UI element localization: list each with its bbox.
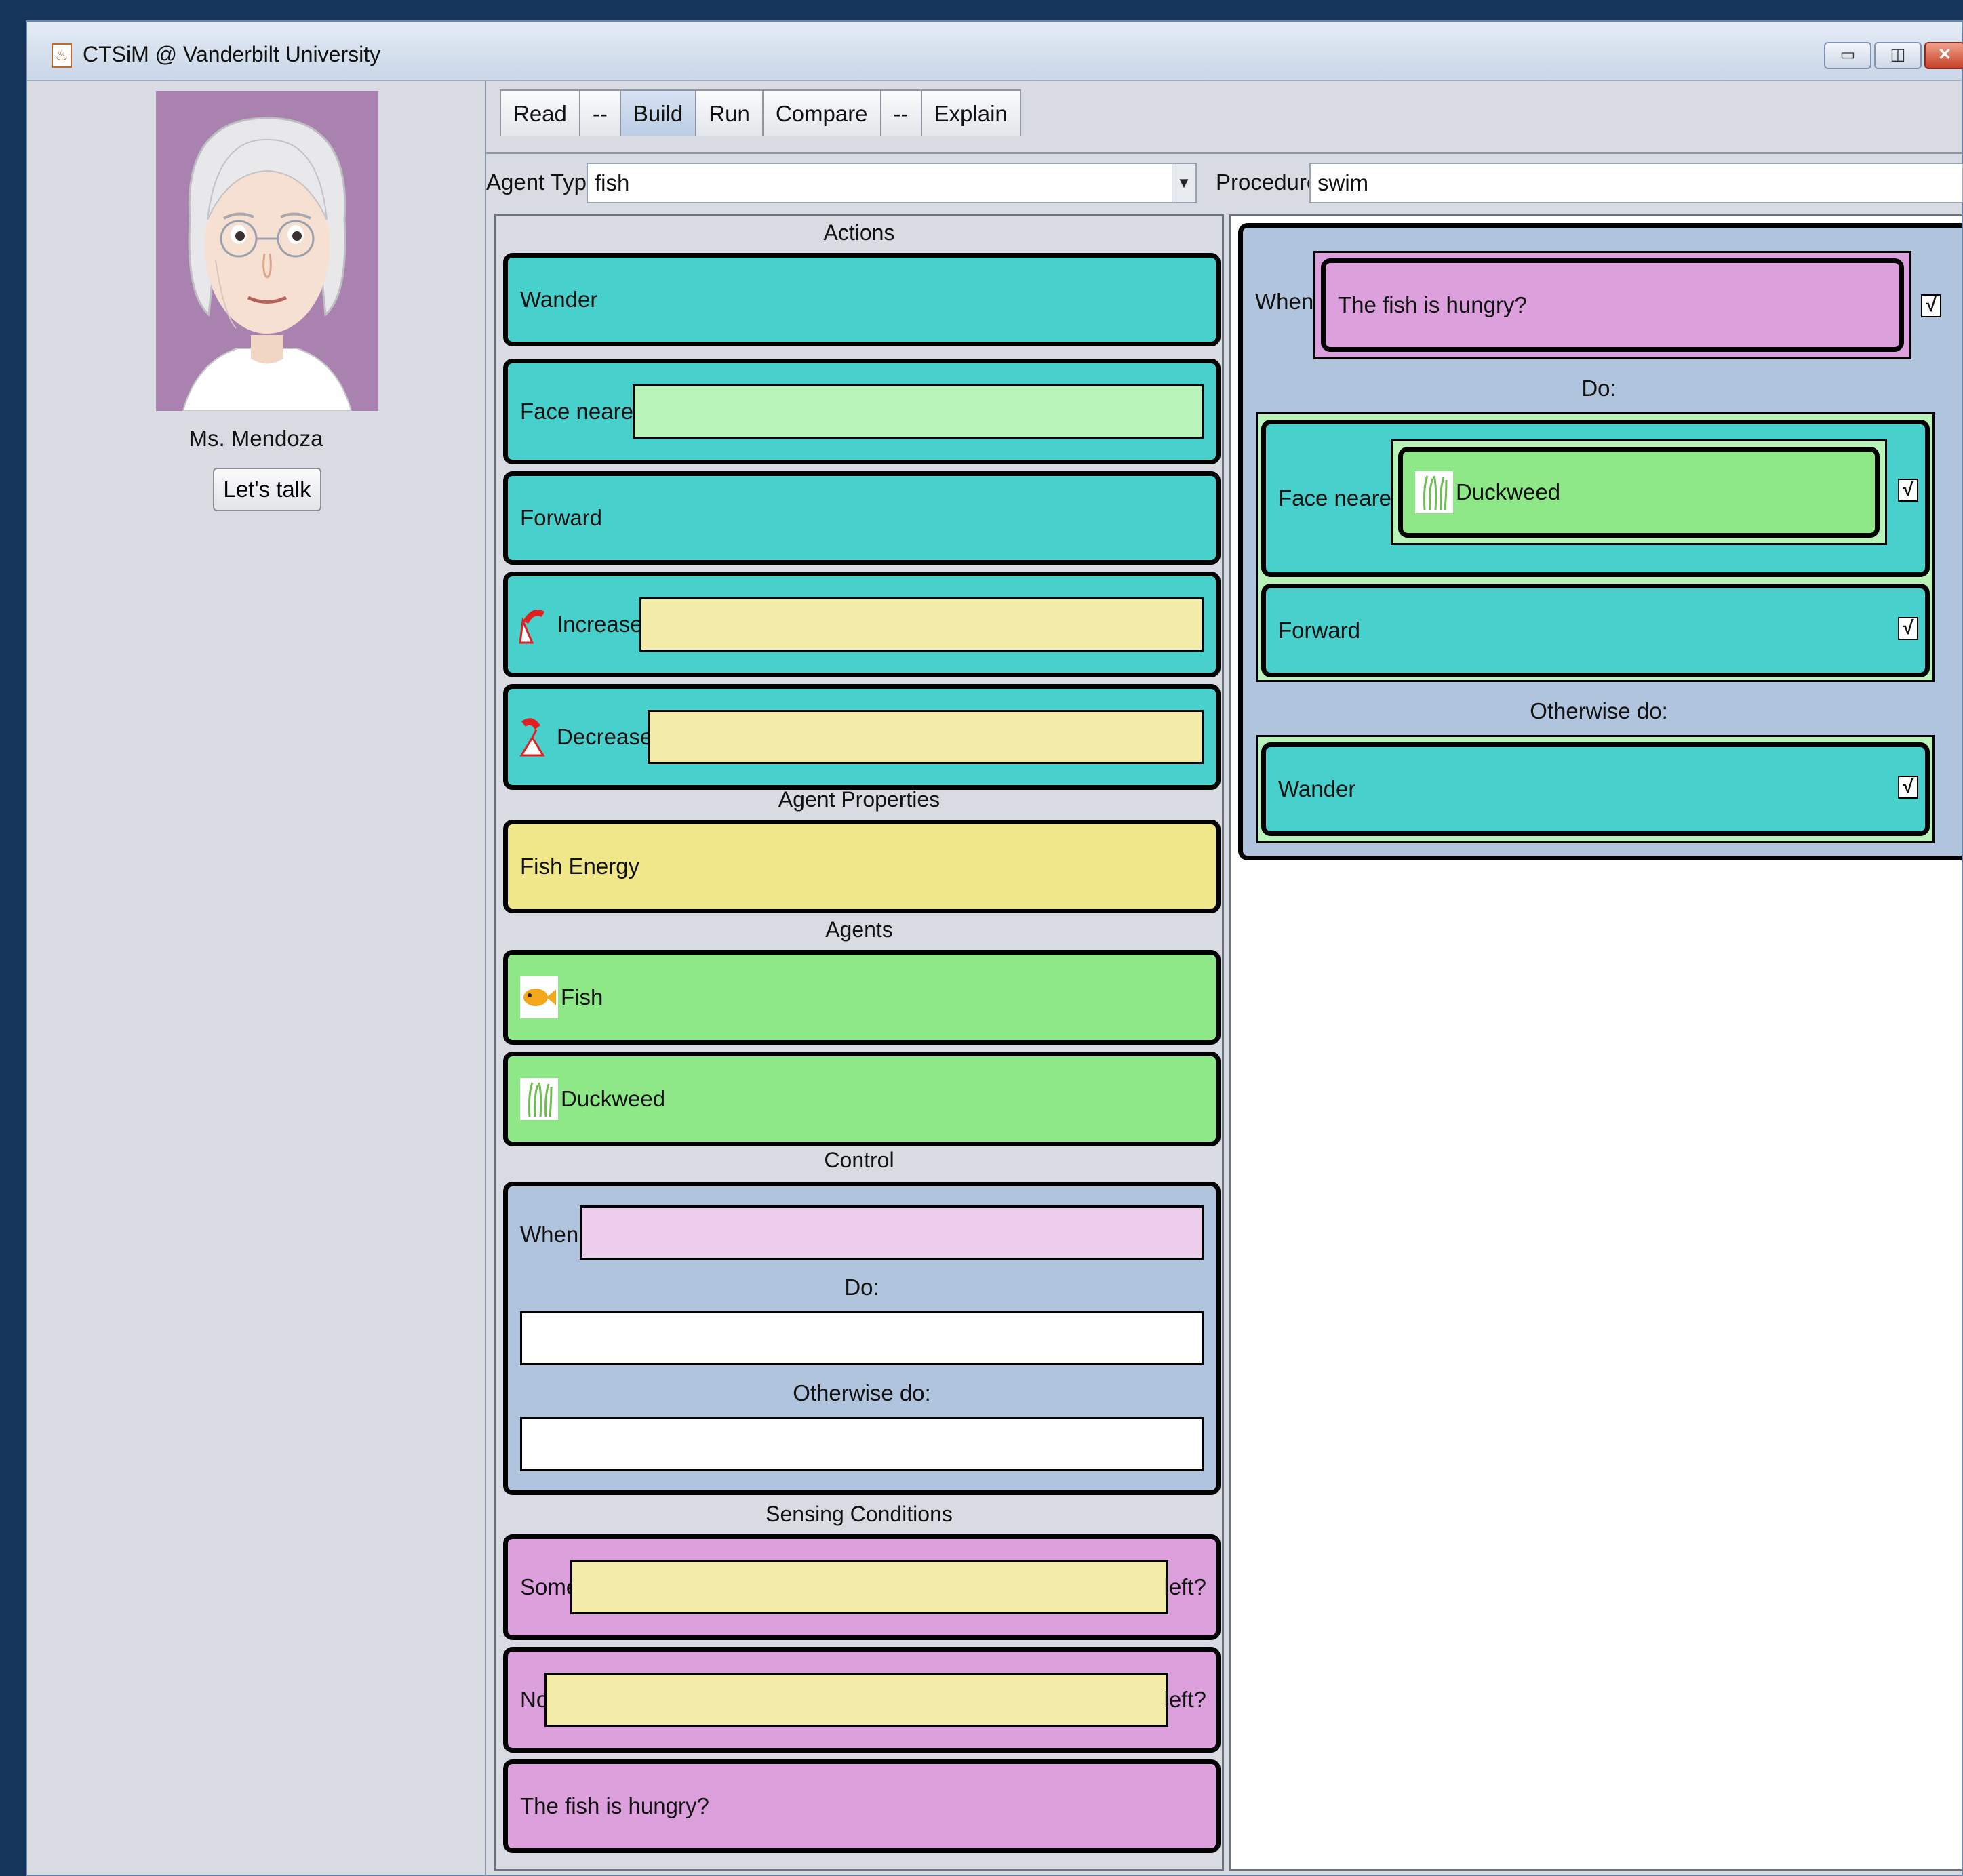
wander-block[interactable]: Wander (503, 253, 1221, 346)
forward-block[interactable]: Forward (503, 471, 1221, 565)
lets-talk-button[interactable]: Let's talk (213, 468, 321, 511)
block-label: Duckweed (1456, 479, 1561, 504)
tab-separator[interactable]: -- (879, 89, 922, 136)
when-do-program-block[interactable]: When: The fish is hungry? √ Do: Face nea… (1238, 223, 1962, 860)
face-nearest-block[interactable]: Face nearest (503, 359, 1221, 464)
otherwise-slot[interactable] (520, 1417, 1204, 1471)
increase-icon (517, 602, 547, 651)
face-nearest-block[interactable]: Face nearest Duckweed √ (1261, 420, 1930, 577)
decrease-icon (517, 715, 547, 763)
tab-build[interactable]: Build (619, 89, 697, 136)
procedure-value: swim (1317, 170, 1369, 195)
do-body: Face nearest Duckweed √ Forward √ (1256, 412, 1935, 682)
when-do-control-block[interactable]: When: Do: Otherwise do: (503, 1182, 1221, 1495)
chevron-down-icon[interactable]: ▼ (1172, 164, 1195, 202)
block-label: Increase (557, 612, 643, 637)
duckweed-agent-block[interactable]: Duckweed (503, 1052, 1221, 1146)
block-label: Fish (561, 984, 603, 1010)
java-app-icon: ♨ (52, 43, 72, 68)
build-workspace: Read -- Build Run Compare -- Explain Age… (485, 81, 1963, 1875)
agent-type-value: fish (595, 170, 630, 195)
property-slot[interactable] (544, 1673, 1168, 1727)
otherwise-body: Wander √ (1256, 735, 1935, 843)
fish-agent-block[interactable]: Fish (503, 950, 1221, 1045)
app-window: ♨ CTSiM @ Vanderbilt University ▭ ◫ ✕ Ms… (26, 20, 1963, 1876)
do-label: Do: (1581, 376, 1617, 401)
fish-hungry-condition-block[interactable]: The fish is hungry? (503, 1759, 1221, 1853)
block-label: Fish Energy (520, 854, 640, 879)
tab-divider (486, 152, 1962, 154)
tab-read[interactable]: Read (500, 89, 580, 136)
enable-checkbox[interactable]: √ (1898, 617, 1918, 640)
fish-energy-block[interactable]: Fish Energy (503, 820, 1221, 913)
wander-block[interactable]: Wander √ (1261, 742, 1930, 836)
agents-heading: Agents (825, 917, 893, 942)
enable-checkbox[interactable]: √ (1921, 294, 1941, 317)
block-label: Wander (520, 287, 598, 312)
block-label: left? (1164, 1574, 1206, 1599)
duckweed-agent-block[interactable]: Duckweed (1398, 447, 1880, 538)
mode-tabs: Read -- Build Run Compare -- Explain (500, 89, 1021, 137)
block-label: Forward (520, 505, 603, 530)
otherwise-label: Otherwise do: (793, 1380, 931, 1405)
block-label: Duckweed (561, 1086, 666, 1111)
window-title: CTSiM @ Vanderbilt University (83, 42, 381, 66)
tab-run[interactable]: Run (695, 89, 764, 136)
block-label: Wander (1278, 776, 1356, 801)
teacher-panel: Ms. Mendoza Let's talk (27, 81, 485, 1875)
block-label: Forward (1278, 618, 1361, 643)
some-left-condition-block[interactable]: Some left? (503, 1534, 1221, 1640)
agent-type-select[interactable]: fish ▼ (587, 163, 1197, 203)
enable-checkbox[interactable]: √ (1898, 479, 1918, 502)
tab-explain[interactable]: Explain (920, 89, 1021, 136)
title-bar: ♨ CTSiM @ Vanderbilt University ▭ ◫ ✕ (27, 22, 1963, 81)
block-label: Face nearest (520, 399, 651, 424)
otherwise-label: Otherwise do: (1530, 698, 1668, 723)
no-left-condition-block[interactable]: No left? (503, 1647, 1221, 1753)
maximize-icon[interactable]: ◫ (1874, 42, 1922, 69)
agent-slot[interactable] (633, 384, 1204, 439)
agent-slot[interactable]: Duckweed (1391, 439, 1887, 545)
sensing-conditions-heading: Sensing Conditions (766, 1502, 953, 1526)
actions-heading: Actions (823, 220, 895, 245)
decrease-block[interactable]: Decrease (503, 684, 1221, 790)
block-label: left? (1164, 1687, 1206, 1712)
procedure-select[interactable]: swim ▼ (1309, 163, 1963, 203)
fish-icon (520, 976, 558, 1018)
duckweed-icon (520, 1078, 558, 1120)
procedure-program-area[interactable]: When: The fish is hungry? √ Do: Face nea… (1229, 214, 1962, 1871)
do-slot[interactable] (520, 1311, 1204, 1365)
close-icon[interactable]: ✕ (1924, 42, 1963, 69)
when-label: When: (520, 1222, 585, 1247)
property-slot[interactable] (639, 597, 1204, 652)
block-label: Decrease (557, 724, 653, 749)
block-label: Face nearest (1278, 485, 1409, 511)
tab-separator[interactable]: -- (578, 89, 621, 136)
condition-holder: The fish is hungry? (1313, 251, 1911, 359)
teacher-avatar (156, 91, 378, 412)
condition-text: The fish is hungry? (1338, 292, 1527, 317)
fish-hungry-condition-block[interactable]: The fish is hungry? (1321, 258, 1904, 352)
do-label: Do: (844, 1275, 879, 1300)
duckweed-icon (1415, 471, 1453, 513)
block-palette: Actions Wander Face nearest Forward Incr… (494, 214, 1224, 1871)
control-heading: Control (824, 1148, 894, 1172)
property-slot[interactable] (648, 710, 1204, 764)
enable-checkbox[interactable]: √ (1898, 776, 1918, 799)
property-slot[interactable] (570, 1560, 1168, 1614)
forward-block[interactable]: Forward √ (1261, 584, 1930, 677)
teacher-name: Ms. Mendoza (189, 426, 323, 451)
when-label: When: (1255, 289, 1320, 314)
minimize-icon[interactable]: ▭ (1824, 42, 1871, 69)
condition-slot[interactable] (580, 1205, 1204, 1260)
block-label: The fish is hungry? (520, 1793, 709, 1818)
tab-compare[interactable]: Compare (761, 89, 881, 136)
agent-properties-heading: Agent Properties (778, 787, 940, 812)
increase-block[interactable]: Increase (503, 572, 1221, 677)
